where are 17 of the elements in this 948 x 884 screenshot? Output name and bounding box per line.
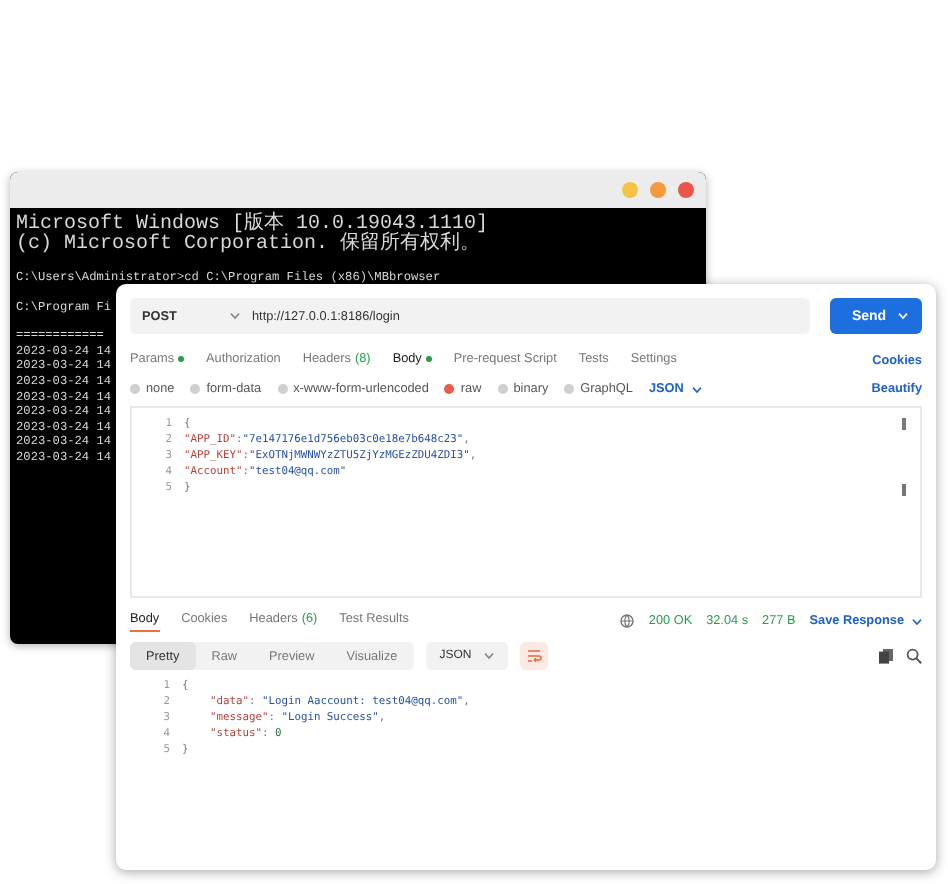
search-icon[interactable] — [906, 648, 922, 664]
caret-icon — [898, 312, 909, 320]
window-control-dot[interactable] — [650, 182, 666, 198]
caret-icon — [691, 385, 702, 393]
copy-icon[interactable] — [878, 648, 894, 664]
console-line: Microsoft Windows [版本 10.0.19043.1110] — [16, 216, 489, 236]
scrollbar-mark — [902, 418, 906, 430]
wrap-button[interactable] — [519, 642, 548, 670]
caret-icon — [912, 617, 922, 625]
window-control-dot[interactable] — [678, 182, 694, 198]
caret-icon — [230, 312, 240, 320]
wrap-lines-icon — [525, 648, 542, 664]
caret-icon — [483, 652, 494, 660]
scrollbar-mark — [902, 484, 906, 496]
window-control-dot[interactable] — [622, 182, 638, 198]
globe-icon[interactable] — [620, 614, 635, 628]
console-line: (c) Microsoft Corporation. 保留所有权利。 — [16, 236, 481, 256]
